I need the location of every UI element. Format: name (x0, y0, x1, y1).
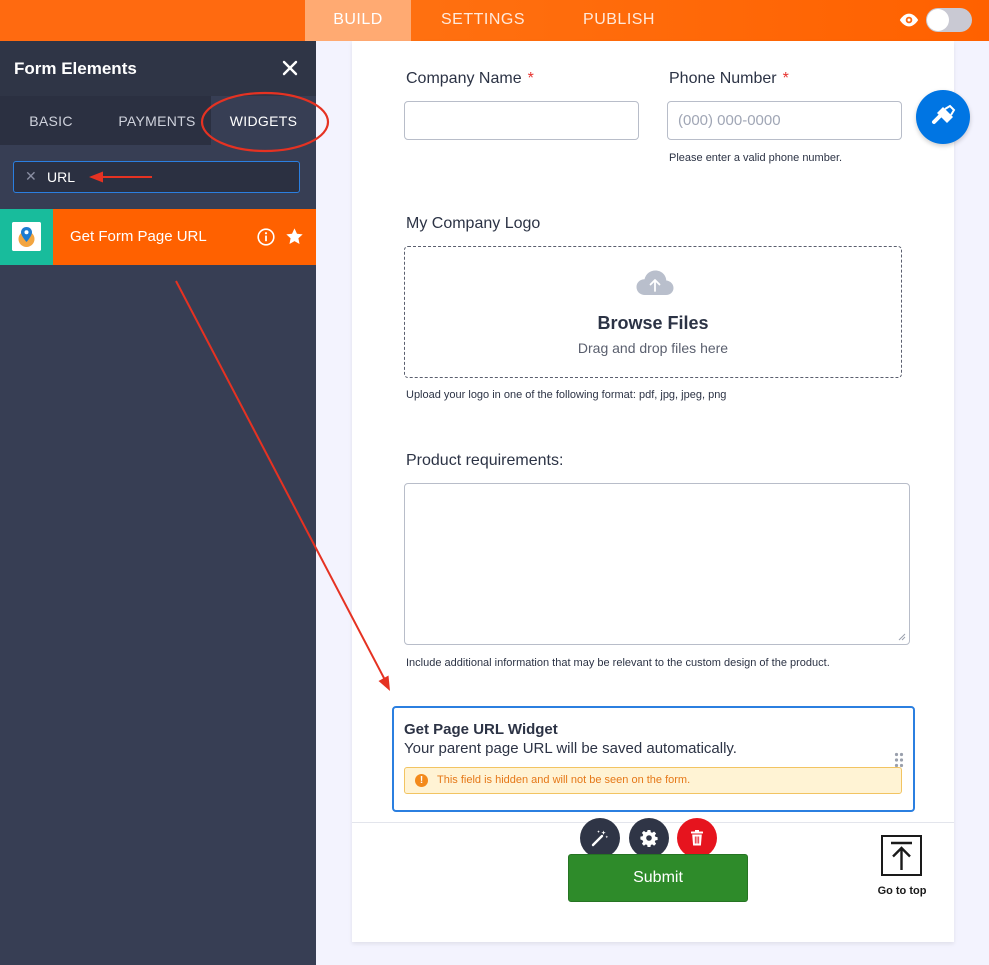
arrow-up-icon (891, 841, 912, 870)
file-upload-dropzone[interactable]: Browse Files Drag and drop files here (404, 246, 902, 378)
go-to-top-button[interactable]: Go to top (873, 835, 931, 899)
logo-label: My Company Logo (406, 215, 541, 232)
field-settings-button[interactable] (629, 818, 669, 858)
delete-field-button[interactable] (677, 818, 717, 858)
widget-thumbnail-area (0, 209, 53, 265)
panel-header: Form Elements (0, 41, 316, 96)
drag-drop-text: Drag and drop files here (577, 340, 729, 356)
eye-icon[interactable] (898, 10, 920, 30)
search-input[interactable]: ✕ URL (13, 161, 300, 193)
warning-icon: ! (415, 774, 428, 787)
widget-item-label: Get Form Page URL (70, 228, 207, 245)
phone-hint: Please enter a valid phone number. (669, 152, 843, 164)
company-name-label: Company Name * (406, 70, 534, 87)
panel-tabs: BASIC PAYMENTS WIDGETS (0, 96, 316, 145)
star-icon[interactable] (285, 227, 304, 246)
toggle-knob (927, 9, 949, 31)
widget-logo-icon (12, 222, 41, 251)
gear-icon (640, 830, 658, 847)
close-icon[interactable] (281, 59, 299, 77)
magic-wand-icon (591, 830, 609, 847)
widget-item-get-form-page-url[interactable]: Get Form Page URL (0, 209, 316, 265)
clear-search-icon[interactable]: ✕ (25, 168, 37, 185)
tab-publish[interactable]: PUBLISH (570, 0, 668, 41)
logo-hint: Upload your logo in one of the following… (406, 389, 727, 401)
requirements-textarea[interactable] (404, 483, 910, 645)
requirements-hint: Include additional information that may … (406, 657, 830, 669)
form-designer-button[interactable] (916, 90, 970, 144)
tab-build[interactable]: BUILD (305, 0, 411, 41)
phone-placeholder: (000) 000-0000 (678, 112, 781, 129)
requirements-label: Product requirements: (406, 452, 564, 469)
phone-number-input[interactable]: (000) 000-0000 (667, 101, 902, 140)
widget-field-description: Your parent page URL will be saved autom… (404, 740, 737, 757)
phone-number-label: Phone Number * (669, 70, 789, 87)
hidden-field-warning: ! This field is hidden and will not be s… (404, 767, 902, 794)
tab-widgets[interactable]: WIDGETS (211, 96, 316, 145)
form-elements-panel: Form Elements BASIC PAYMENTS WIDGETS ✕ U… (0, 41, 316, 965)
info-icon[interactable] (257, 228, 275, 246)
submit-button[interactable]: Submit (568, 854, 748, 902)
tab-payments[interactable]: PAYMENTS (105, 96, 209, 145)
panel-title: Form Elements (14, 59, 137, 78)
resize-handle-icon[interactable] (898, 633, 906, 641)
get-page-url-widget-field[interactable]: Get Page URL Widget Your parent page URL… (392, 706, 915, 812)
widget-field-title: Get Page URL Widget (404, 721, 558, 738)
search-value: URL (47, 169, 76, 185)
form-canvas: Company Name * Phone Number * (000) 000-00… (352, 41, 954, 942)
wand-button[interactable] (580, 818, 620, 858)
preview-toggle[interactable] (926, 8, 972, 32)
company-name-input[interactable] (404, 101, 639, 140)
browse-files-text: Browse Files (597, 313, 709, 333)
cloud-upload-icon (636, 270, 674, 295)
go-to-top-box (881, 835, 922, 876)
go-to-top-label: Go to top (877, 885, 927, 897)
top-navigation-bar: BUILD SETTINGS PUBLISH (0, 0, 989, 41)
tab-basic[interactable]: BASIC (0, 96, 102, 145)
warning-text: This field is hidden and will not be see… (437, 774, 691, 786)
paint-roller-icon (932, 104, 956, 124)
tab-settings[interactable]: SETTINGS (425, 0, 541, 41)
drag-handle-icon[interactable] (894, 752, 904, 768)
topbar-left-area (0, 0, 316, 41)
trash-icon (691, 830, 703, 846)
